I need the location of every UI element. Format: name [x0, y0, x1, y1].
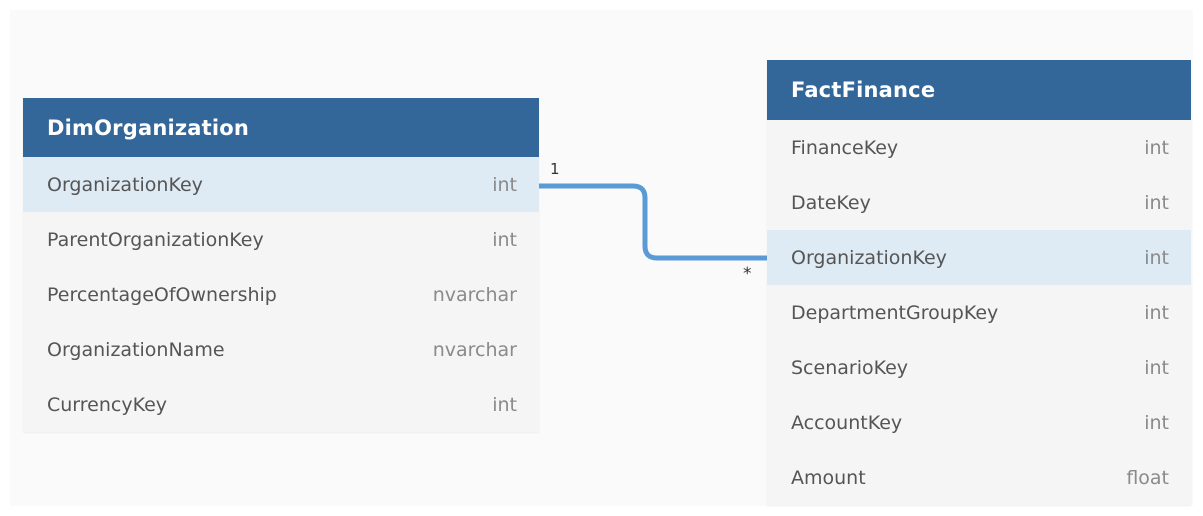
table-row[interactable]: OrganizationKey int — [23, 157, 539, 212]
table-row[interactable]: AccountKey int — [767, 395, 1191, 450]
diagram-canvas: 1 * DimOrganization OrganizationKey int … — [0, 0, 1203, 516]
table-dim-organization[interactable]: DimOrganization OrganizationKey int Pare… — [23, 98, 539, 432]
table-title[interactable]: DimOrganization — [23, 98, 539, 157]
column-type: nvarchar — [432, 338, 517, 361]
column-type: int — [1144, 246, 1169, 269]
column-type: int — [492, 393, 517, 416]
table-row[interactable]: DepartmentGroupKey int — [767, 285, 1191, 340]
table-row[interactable]: FinanceKey int — [767, 120, 1191, 175]
column-type: int — [492, 228, 517, 251]
column-name: OrganizationKey — [47, 173, 203, 196]
column-type: int — [1144, 301, 1169, 324]
column-name: Amount — [791, 466, 866, 489]
column-type: float — [1126, 466, 1169, 489]
column-type: int — [1144, 191, 1169, 214]
column-name: DepartmentGroupKey — [791, 301, 999, 324]
column-name: OrganizationName — [47, 338, 225, 361]
table-row[interactable]: DateKey int — [767, 175, 1191, 230]
table-row[interactable]: ScenarioKey int — [767, 340, 1191, 395]
column-type: int — [492, 173, 517, 196]
column-name: CurrencyKey — [47, 393, 168, 416]
cardinality-many-label: * — [743, 264, 752, 284]
table-fact-finance[interactable]: FactFinance FinanceKey int DateKey int O… — [767, 60, 1191, 505]
column-name: DateKey — [791, 191, 871, 214]
cardinality-one-label: 1 — [550, 160, 560, 178]
column-name: ParentOrganizationKey — [47, 228, 264, 251]
column-type: nvarchar — [432, 283, 517, 306]
table-row[interactable]: Amount float — [767, 450, 1191, 505]
table-title[interactable]: FactFinance — [767, 60, 1191, 120]
column-type: int — [1144, 356, 1169, 379]
column-name: ScenarioKey — [791, 356, 909, 379]
table-row[interactable]: OrganizationKey int — [767, 230, 1191, 285]
column-name: PercentageOfOwnership — [47, 283, 277, 306]
column-name: FinanceKey — [791, 136, 899, 159]
table-row[interactable]: OrganizationName nvarchar — [23, 322, 539, 377]
table-row[interactable]: PercentageOfOwnership nvarchar — [23, 267, 539, 322]
column-type: int — [1144, 411, 1169, 434]
column-name: AccountKey — [791, 411, 903, 434]
table-row[interactable]: CurrencyKey int — [23, 377, 539, 432]
column-name: OrganizationKey — [791, 246, 947, 269]
column-type: int — [1144, 136, 1169, 159]
table-row[interactable]: ParentOrganizationKey int — [23, 212, 539, 267]
